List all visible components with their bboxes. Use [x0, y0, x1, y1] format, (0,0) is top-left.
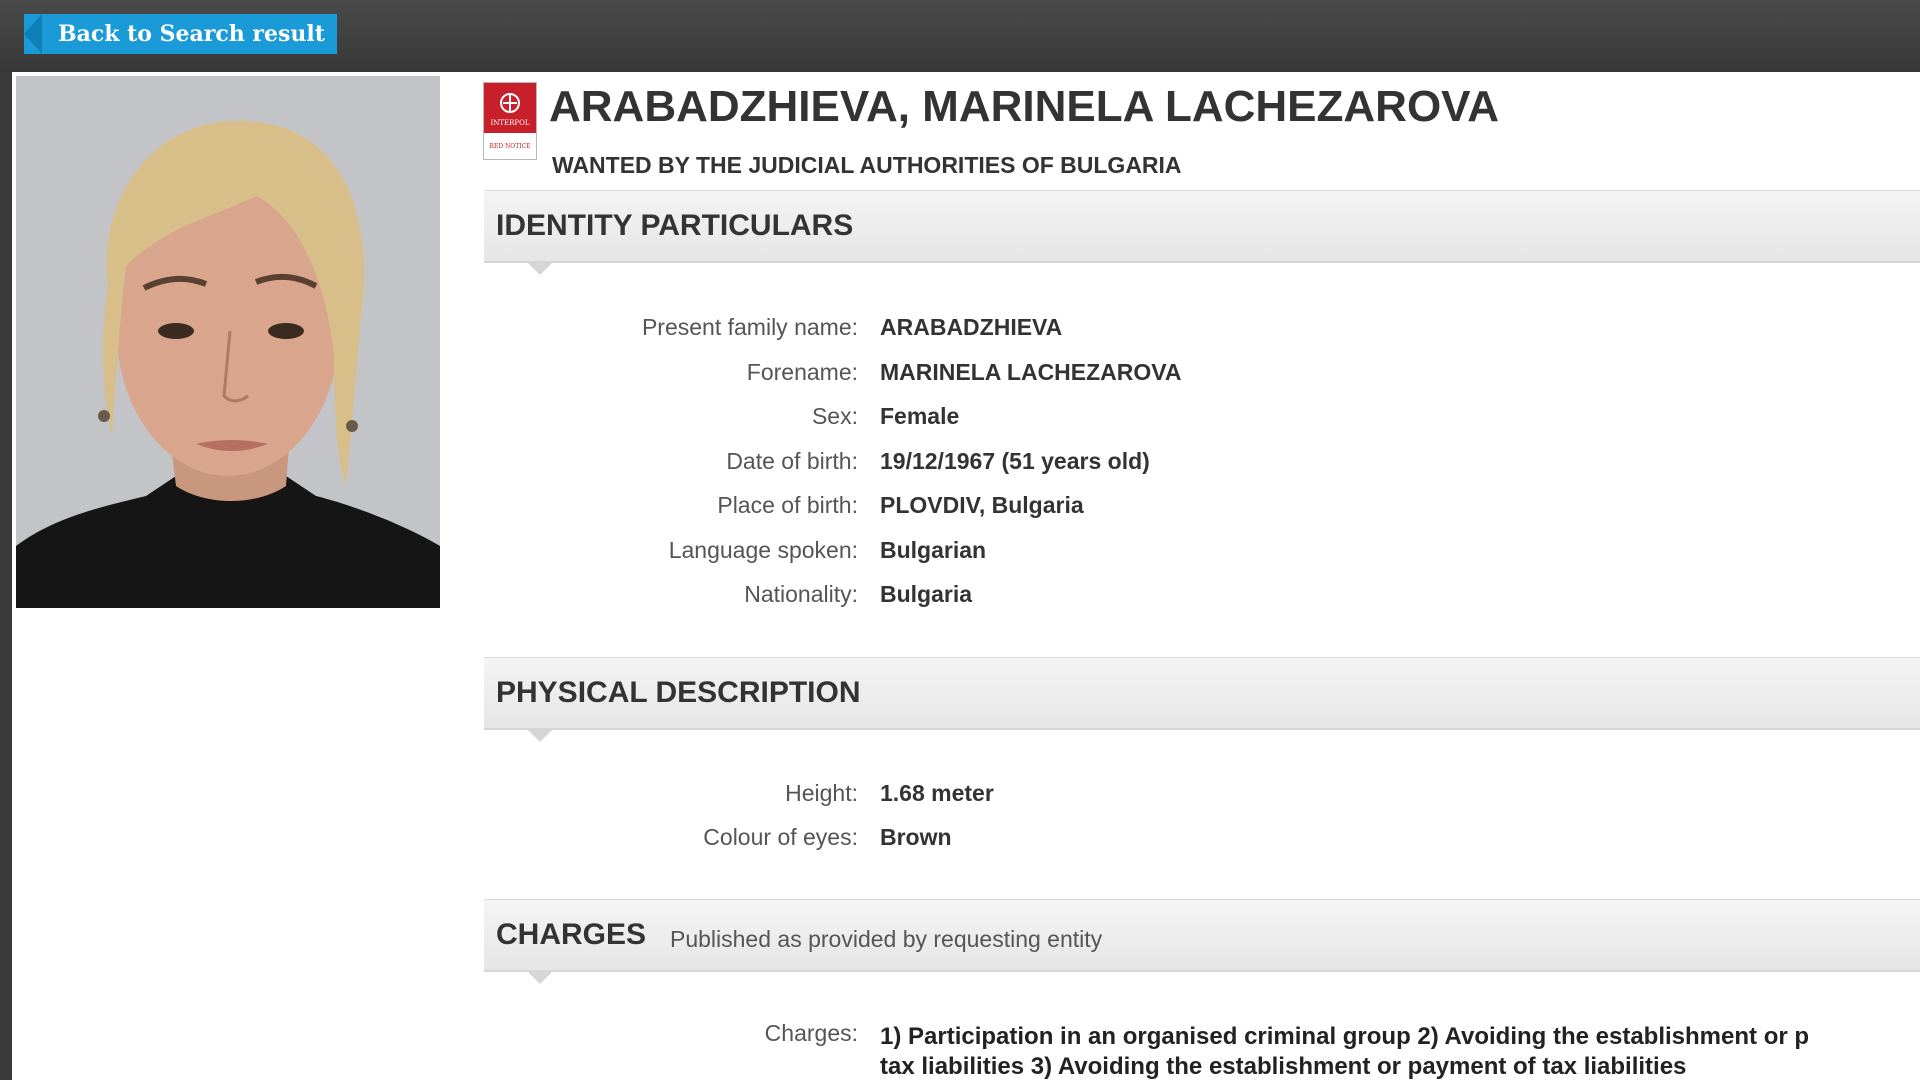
- identity-row-forename: Forename: MARINELA LACHEZAROVA: [484, 353, 1920, 393]
- back-button-label: Back to Search result: [58, 21, 325, 47]
- charges-text-line-2: tax liabilities 3) Avoiding the establis…: [880, 1053, 1687, 1080]
- person-name-title: ARABADZHIEVA, MARINELA LACHEZAROVA: [549, 82, 1500, 131]
- identity-row-place-of-birth: Place of birth: PLOVDIV, Bulgaria: [484, 486, 1920, 526]
- identity-section-header: IDENTITY PARTICULARS: [484, 190, 1920, 275]
- section-notch: [526, 261, 554, 275]
- physical-row-eye-colour: Colour of eyes: Brown: [484, 818, 1920, 858]
- row-value: PLOVDIV, Bulgaria: [880, 492, 1084, 518]
- row-value: Bulgarian: [880, 537, 987, 563]
- back-to-search-button[interactable]: Back to Search result: [24, 14, 337, 54]
- top-bar: Back to Search result: [0, 0, 1920, 72]
- identity-row-sex: Sex: Female: [484, 397, 1920, 437]
- notice-page: INTERPOL RED NOTICE ARABADZHIEVA, MARINE…: [12, 72, 1920, 1080]
- section-notch: [526, 970, 554, 984]
- row-label: Sex:: [811, 403, 858, 429]
- charges-text: 1) Participation in an organised crimina…: [880, 1022, 1920, 1080]
- emblem-text-top: INTERPOL: [490, 119, 529, 127]
- row-label: Colour of eyes:: [703, 824, 858, 850]
- physical-section-title: PHYSICAL DESCRIPTION: [496, 676, 861, 709]
- identity-row-language: Language spoken: Bulgarian: [484, 531, 1920, 571]
- emblem-lower: RED NOTICE: [484, 132, 536, 159]
- person-photo: [16, 76, 440, 608]
- row-value: MARINELA LACHEZAROVA: [880, 359, 1182, 385]
- identity-row-nationality: Nationality: Bulgaria: [484, 575, 1920, 615]
- physical-row-height: Height: 1.68 meter: [484, 774, 1920, 814]
- section-notch: [526, 728, 554, 742]
- row-value: ARABADZHIEVA: [880, 314, 1063, 340]
- row-label: Nationality:: [744, 581, 858, 607]
- emblem-text-bottom: RED NOTICE: [489, 143, 530, 150]
- identity-row-family-name: Present family name: ARABADZHIEVA: [484, 308, 1920, 348]
- physical-section-header: PHYSICAL DESCRIPTION: [484, 657, 1920, 742]
- row-value: Brown: [880, 824, 952, 850]
- charges-section-title: CHARGES: [496, 918, 647, 951]
- wanted-by-text: WANTED BY THE JUDICIAL AUTHORITIES OF BU…: [552, 152, 1182, 178]
- row-value: Female: [880, 403, 960, 429]
- charges-section-header: CHARGES Published as provided by request…: [484, 899, 1920, 984]
- identity-row-date-of-birth: Date of birth: 19/12/1967 (51 years old): [484, 442, 1920, 482]
- charges-text-line-1: 1) Participation in an organised crimina…: [880, 1023, 1810, 1050]
- back-arrow-icon: [24, 14, 42, 54]
- row-label: Present family name:: [641, 314, 858, 340]
- charges-section-subtitle: Published as provided by requesting enti…: [670, 926, 1103, 952]
- charges-label: Charges:: [764, 1020, 858, 1046]
- row-value: 1.68 meter: [880, 780, 994, 806]
- row-label: Place of birth:: [717, 492, 858, 518]
- row-value: Bulgaria: [880, 581, 973, 607]
- row-label: Height:: [785, 780, 858, 806]
- row-label: Language spoken:: [668, 537, 858, 563]
- row-value: 19/12/1967 (51 years old): [880, 448, 1150, 474]
- interpol-red-notice-icon: INTERPOL RED NOTICE: [483, 82, 537, 160]
- identity-section-title: IDENTITY PARTICULARS: [496, 209, 854, 242]
- row-label: Date of birth:: [726, 448, 858, 474]
- row-label: Forename:: [746, 359, 858, 385]
